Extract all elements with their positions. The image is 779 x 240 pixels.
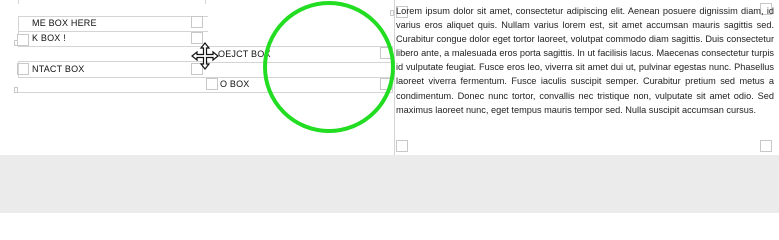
box-row-border — [18, 92, 208, 93]
highlight-ring — [263, 1, 395, 133]
lorem-paragraph[interactable]: Lorem ipsum dolor sit amet, consectetur … — [396, 4, 774, 117]
box-label-3[interactable]: NTACT BOX — [32, 64, 84, 74]
guide-handle[interactable] — [14, 40, 18, 46]
left-margin — [0, 0, 15, 155]
resize-handle[interactable] — [206, 78, 218, 90]
resize-handle[interactable] — [191, 16, 203, 28]
box-row-border — [18, 46, 208, 47]
move-arrows-icon — [190, 41, 220, 71]
box-row-border — [18, 16, 208, 17]
box-label-1[interactable]: ME BOX HERE — [32, 18, 97, 28]
text-box-handle-bottom-left[interactable] — [396, 140, 408, 152]
clipped-box-top — [18, 0, 206, 4]
box-label-2[interactable]: K BOX ! — [32, 33, 66, 43]
box-row-border — [18, 61, 208, 62]
box-edge — [18, 61, 19, 77]
box-row-border — [18, 31, 208, 32]
resize-handle[interactable] — [17, 34, 29, 46]
text-box-handle-bottom-right[interactable] — [760, 140, 772, 152]
canvas-overflow-area — [0, 155, 779, 213]
box-label-5[interactable]: O BOX — [220, 79, 250, 89]
box-row-border — [18, 77, 208, 78]
